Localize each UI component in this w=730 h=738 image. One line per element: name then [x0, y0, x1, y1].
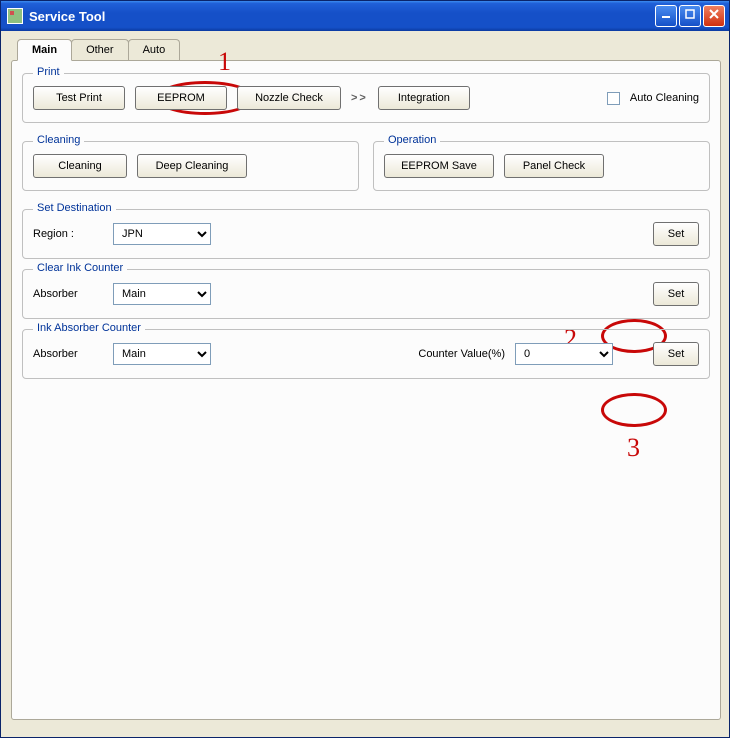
minimize-button[interactable] [655, 5, 677, 27]
tab-other[interactable]: Other [71, 39, 129, 60]
nozzle-check-button[interactable]: Nozzle Check [237, 86, 341, 110]
tab-main[interactable]: Main [17, 39, 72, 61]
annotation-circle-3 [601, 393, 667, 427]
group-print: Print Test Print EEPROM Nozzle Check >> … [22, 73, 710, 123]
group-ink-absorber-counter: Ink Absorber Counter Absorber Main Count… [22, 329, 710, 379]
group-operation: Operation EEPROM Save Panel Check [373, 141, 710, 191]
eeprom-button[interactable]: EEPROM [135, 86, 227, 110]
group-set-destination: Set Destination Region : JPN Set [22, 209, 710, 259]
cleaning-operation-row: Cleaning Cleaning Deep Cleaning Operatio… [22, 133, 710, 201]
legend-ink-absorber: Ink Absorber Counter [33, 322, 145, 334]
arrows-separator: >> [351, 92, 368, 104]
window-title: Service Tool [29, 9, 655, 24]
eeprom-save-button[interactable]: EEPROM Save [384, 154, 494, 178]
clear-ink-absorber-label: Absorber [33, 288, 103, 300]
destination-set-button[interactable]: Set [653, 222, 699, 246]
annotation-number-3: 3 [627, 433, 640, 463]
print-row: Test Print EEPROM Nozzle Check >> Integr… [33, 86, 699, 110]
legend-cleaning: Cleaning [33, 134, 84, 146]
ink-absorber-select[interactable]: Main [113, 343, 211, 365]
region-label: Region : [33, 228, 103, 240]
legend-operation: Operation [384, 134, 440, 146]
maximize-button[interactable] [679, 5, 701, 27]
group-cleaning: Cleaning Cleaning Deep Cleaning [22, 141, 359, 191]
ink-absorber-set-button[interactable]: Set [653, 342, 699, 366]
legend-print: Print [33, 66, 64, 78]
cleaning-button[interactable]: Cleaning [33, 154, 127, 178]
tab-strip: Main Other Auto [17, 39, 721, 60]
client-area: Main Other Auto 1 Print Test Print EEPRO… [1, 31, 729, 728]
deep-cleaning-button[interactable]: Deep Cleaning [137, 154, 247, 178]
window-controls [655, 5, 725, 27]
clear-ink-set-button[interactable]: Set [653, 282, 699, 306]
panel-check-button[interactable]: Panel Check [504, 154, 604, 178]
region-select[interactable]: JPN [113, 223, 211, 245]
test-print-button[interactable]: Test Print [33, 86, 125, 110]
clear-ink-absorber-select[interactable]: Main [113, 283, 211, 305]
app-icon [7, 8, 23, 24]
integration-button[interactable]: Integration [378, 86, 470, 110]
auto-cleaning-label: Auto Cleaning [630, 92, 699, 104]
ink-absorber-label: Absorber [33, 348, 103, 360]
tab-page-main: 1 Print Test Print EEPROM Nozzle Check >… [11, 60, 721, 720]
close-button[interactable] [703, 5, 725, 27]
legend-destination: Set Destination [33, 202, 116, 214]
tab-auto[interactable]: Auto [128, 39, 181, 60]
group-clear-ink-counter: Clear Ink Counter Absorber Main Set [22, 269, 710, 319]
auto-cleaning-checkbox[interactable] [607, 92, 620, 105]
counter-value-select[interactable]: 0 [515, 343, 613, 365]
titlebar: Service Tool [1, 1, 729, 31]
app-window: Service Tool Main Other Auto 1 Prin [0, 0, 730, 738]
legend-clear-ink: Clear Ink Counter [33, 262, 127, 274]
counter-value-label: Counter Value(%) [418, 348, 505, 360]
